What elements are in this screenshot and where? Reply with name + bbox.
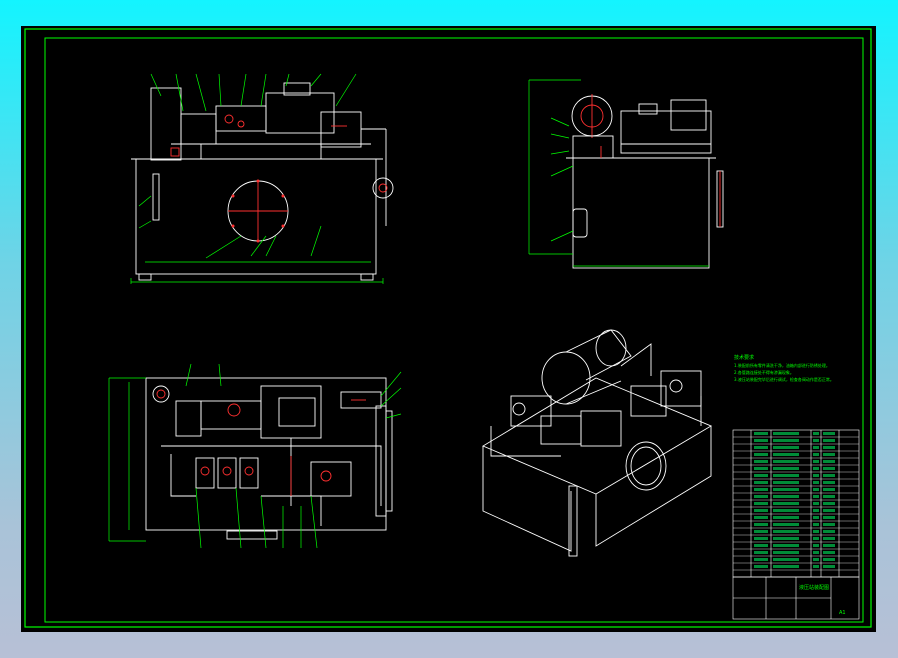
parts-row-text-mark [773,432,799,435]
parts-row-text-mark [754,474,768,477]
parts-row-text-mark [754,537,768,540]
parts-row-text-mark [754,439,768,442]
parts-row-text-mark [823,558,835,561]
parts-row-text-mark [773,453,799,456]
parts-row-text-mark [813,481,819,484]
parts-row-text-mark [823,537,835,540]
parts-row-text-mark [813,544,819,547]
parts-row-text-mark [754,551,768,554]
parts-row-text-mark [813,502,819,505]
parts-row-text-mark [754,467,768,470]
parts-row-text-mark [823,565,835,568]
parts-row-text-mark [813,439,819,442]
parts-row-text-mark [823,474,835,477]
parts-row-text-mark [773,495,799,498]
parts-row-text-mark [813,551,819,554]
parts-row-text-mark [823,453,835,456]
parts-row-text-mark [813,495,819,498]
parts-row-text-mark [813,509,819,512]
parts-row-text-mark [773,488,799,491]
parts-row-text-mark [754,460,768,463]
parts-row-text-mark [823,495,835,498]
notes-heading: 技术要求 [734,354,754,361]
side-view [566,94,724,269]
parts-row-text-mark [773,558,799,561]
drawing-sheet: 技术要求 1.装配前所有零件清洗干净，油箱内部进行防锈处理。 2.各管路连接处不… [21,26,876,632]
parts-row-text-mark [773,565,799,568]
parts-row-text-mark [754,530,768,533]
parts-row-text-mark [823,544,835,547]
parts-row-text-mark [823,516,835,519]
front-view-dimensions [130,73,384,284]
parts-row-text-mark [773,474,799,477]
parts-row-text-mark [823,502,835,505]
parts-row-text-mark [773,446,799,449]
parts-row-text-mark [754,502,768,505]
parts-row-text-mark [773,551,799,554]
parts-row-text-mark [823,432,835,435]
cad-drawing: 技术要求 1.装配前所有零件清洗干净，油箱内部进行防锈处理。 2.各管路连接处不… [24,28,872,628]
parts-row-text-mark [813,516,819,519]
side-view-dimensions [528,79,709,267]
parts-row-text-mark [813,565,819,568]
parts-row-text-mark [823,460,835,463]
parts-row-text-mark [773,530,799,533]
parts-row-text-mark [813,453,819,456]
parts-row-text-mark [773,523,799,526]
parts-row-text-mark [754,453,768,456]
top-view [145,377,393,540]
parts-row-text-mark [823,481,835,484]
note-line-2: 2.各管路连接处不得有渗漏现象。 [734,369,794,375]
parts-row-text-mark [823,488,835,491]
front-view [131,82,394,281]
parts-row-text-mark [823,439,835,442]
parts-row-text-mark [773,467,799,470]
parts-row-text-mark [823,467,835,470]
parts-row-text-mark [813,488,819,491]
parts-row-text-mark [754,495,768,498]
parts-row-text-mark [813,446,819,449]
parts-row-text-mark [754,509,768,512]
parts-row-text-mark [773,516,799,519]
parts-row-text-mark [823,530,835,533]
parts-row-text-mark [823,523,835,526]
parts-row-text-mark [754,488,768,491]
parts-row-text-mark [773,502,799,505]
parts-row-text-mark [823,551,835,554]
parts-row-text-mark [813,460,819,463]
parts-row-text-mark [754,516,768,519]
note-line-1: 1.装配前所有零件清洗干净，油箱内部进行防锈处理。 [734,362,830,368]
parts-row-text-mark [773,439,799,442]
parts-row-text-mark [813,474,819,477]
sheet-size: A1 [839,610,846,616]
inner-border [44,37,864,623]
note-line-3: 3.液压站装配完毕后进行调试，检查各阀动作是否正常。 [734,376,834,382]
parts-row-text-mark [754,481,768,484]
parts-row-text-mark [754,432,768,435]
parts-row-text-mark [773,481,799,484]
parts-row-text-mark [754,446,768,449]
parts-row-text-mark [773,544,799,547]
parts-row-text-mark [773,509,799,512]
parts-row-text-mark [754,558,768,561]
parts-row-text-mark [754,523,768,526]
parts-row-text-mark [813,432,819,435]
outer-border [24,28,872,628]
parts-row-text-mark [823,509,835,512]
parts-rows [733,432,859,571]
drawing-title: 液压站装配图 [799,584,829,591]
parts-row-text-mark [754,565,768,568]
iso-view [482,329,713,557]
parts-row-text-mark [813,537,819,540]
parts-row-text-mark [823,446,835,449]
parts-row-text-mark [813,558,819,561]
parts-row-text-mark [813,530,819,533]
parts-row-text-mark [773,460,799,463]
parts-row-text-mark [813,467,819,470]
parts-row-text-mark [813,523,819,526]
parts-row-text-mark [773,537,799,540]
parts-row-text-mark [754,544,768,547]
notes-block: 技术要求 1.装配前所有零件清洗干净，油箱内部进行防锈处理。 2.各管路连接处不… [734,354,834,382]
